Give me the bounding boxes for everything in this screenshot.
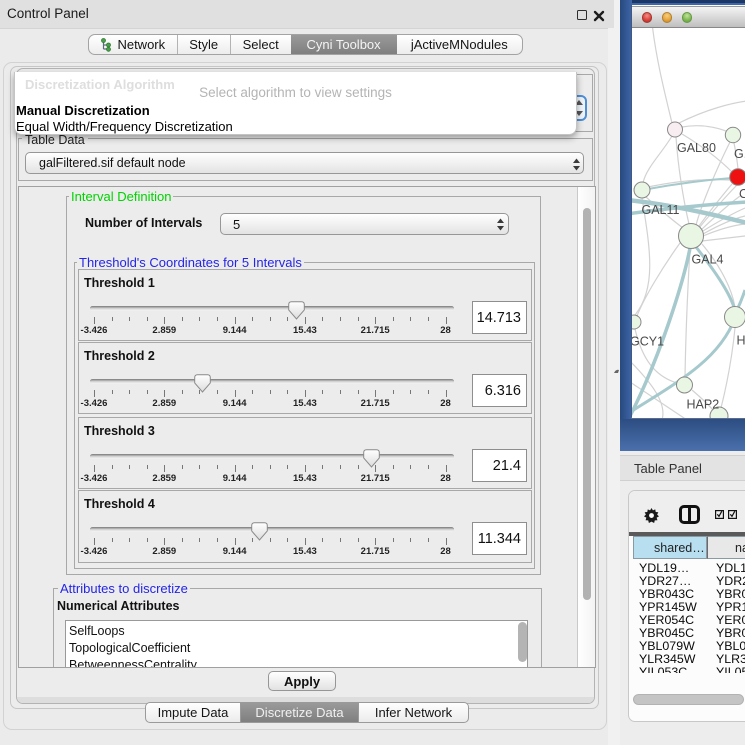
- svg-text:C: C: [739, 187, 745, 201]
- svg-text:GAL4: GAL4: [692, 253, 724, 267]
- svg-text:GAL80: GAL80: [677, 141, 716, 155]
- svg-text:HAP2: HAP2: [687, 398, 720, 412]
- svg-text:GAL11: GAL11: [642, 203, 680, 217]
- svg-text:GCY1: GCY1: [632, 335, 664, 349]
- svg-text:G.: G.: [734, 147, 745, 161]
- svg-text:H: H: [737, 334, 745, 348]
